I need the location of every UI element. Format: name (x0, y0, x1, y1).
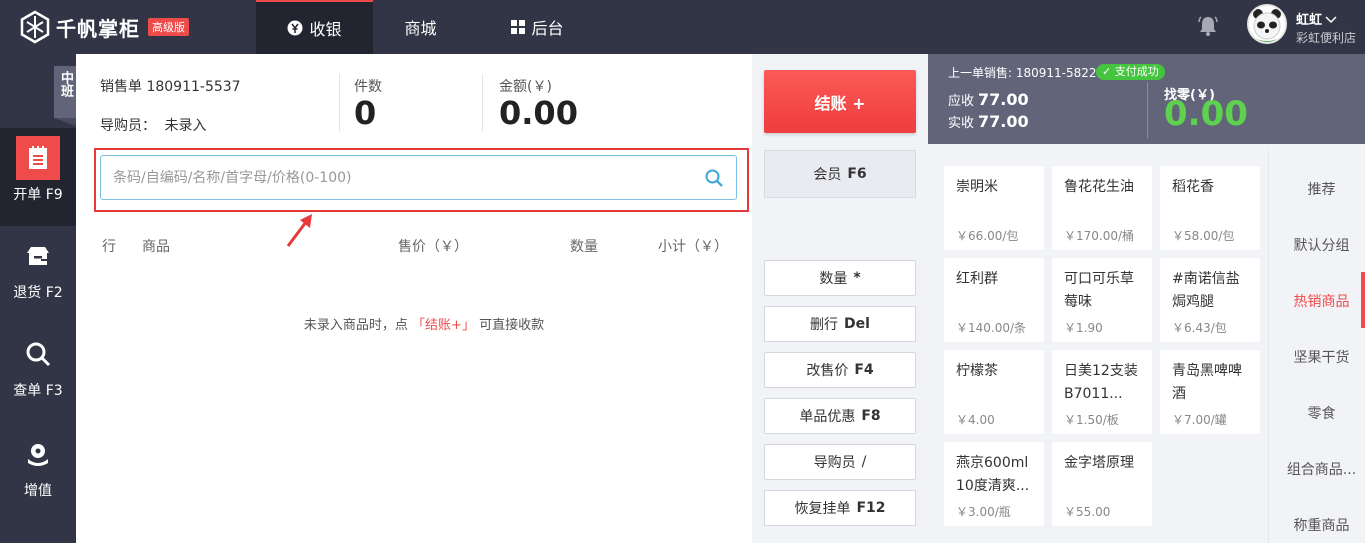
sales-guide-value: 未录入 (164, 118, 207, 134)
shop-name: 彩虹便利店 (1296, 31, 1357, 45)
product-card[interactable]: 燕京600ml 10度清爽... ￥3.00/瓶 (944, 442, 1044, 526)
sidebar-item-label: 增值 (24, 483, 52, 499)
divider (1268, 150, 1269, 543)
category-item-active[interactable]: 热销商品 (1268, 273, 1365, 329)
chevron-down-icon (1325, 13, 1337, 28)
product-card[interactable]: 鲁花花生油 ￥170.00/桶 (1052, 166, 1152, 250)
sales-guide: 导购员： 未录入 (100, 115, 206, 135)
sidebar-item-lookup[interactable]: 查单 F3 (0, 324, 76, 422)
product-card[interactable]: 金字塔原理 ￥55.00 (1052, 442, 1152, 526)
product-card[interactable]: 青岛黑啤啤酒 ￥7.00/罐 (1160, 350, 1260, 434)
divider (1147, 82, 1148, 138)
category-item[interactable]: 称重商品 (1268, 497, 1365, 543)
plant-icon (16, 432, 60, 476)
active-category-indicator (1361, 272, 1365, 328)
divider (339, 74, 340, 132)
member-button[interactable]: 会员 F6 (764, 150, 916, 198)
checkout-button[interactable]: 结账 + (764, 70, 916, 133)
checkout-link[interactable]: 「结账+」 (412, 318, 475, 333)
edition-badge: 高级版 (148, 18, 189, 36)
tab-mall[interactable]: 商城 (373, 0, 468, 54)
last-sale-number: 上一单销售: 180911-5822 (948, 66, 1097, 80)
category-item[interactable]: 默认分组 (1268, 217, 1365, 273)
quantity-button[interactable]: 数量 * (764, 260, 916, 296)
panda-avatar-icon (1249, 6, 1285, 42)
search-box[interactable] (100, 155, 737, 200)
change-price-button[interactable]: 改售价 F4 (764, 352, 916, 388)
sale-number: 销售单 180911-5537 (100, 79, 241, 95)
tab-mall-label: 商城 (404, 19, 437, 38)
product-card[interactable]: 稻花香 ￥58.00/包 (1160, 166, 1260, 250)
sidebar-item-label: 查单 F3 (13, 383, 63, 399)
restore-held-order-button[interactable]: 恢复挂单 F12 (764, 490, 916, 526)
grid-icon (511, 20, 526, 34)
product-card[interactable]: 红利群 ￥140.00/条 (944, 258, 1044, 342)
category-list: 推荐 默认分组 热销商品 坚果干货 零食 组合商品... 称重商品 (1268, 144, 1365, 543)
product-card[interactable]: 可口可乐草莓味 ￥1.90 (1052, 258, 1152, 342)
category-item[interactable]: 推荐 (1268, 161, 1365, 217)
brand-name: 千帆掌柜 (56, 16, 140, 41)
change-value: 0.00 (1164, 94, 1248, 134)
product-card[interactable]: 柠檬茶 ￥4.00 (944, 350, 1044, 434)
bell-icon[interactable] (1196, 14, 1220, 38)
category-item[interactable]: 坚果干货 (1268, 329, 1365, 385)
sidebar-item-return[interactable]: 退货 F2 (0, 226, 76, 324)
category-item[interactable]: 零食 (1268, 385, 1365, 441)
divider (482, 74, 483, 132)
open-order-icon (16, 136, 60, 180)
tab-cashier-label: 收银 (309, 20, 342, 39)
search-input[interactable] (113, 156, 693, 199)
amount-due: 应收 77.00 (948, 90, 1029, 109)
yen-circle-icon (287, 20, 303, 36)
action-column: 结账 + 会员 F6 数量 * 删行 Del 改售价 F4 单品优惠 F8 导购员 / 恢复… (752, 54, 928, 543)
delete-row-button[interactable]: 删行 Del (764, 306, 916, 342)
product-grid: 崇明米 ￥66.00/包 鲁花花生油 ￥170.00/桶 稻花香 ￥58.00/包 红… (928, 144, 1268, 543)
product-card[interactable]: 日美12支装B7011... ￥1.50/板 (1052, 350, 1152, 434)
top-bar: 千帆掌柜 高级版 收银 商城 后台 虹虹 彩虹便利店 (0, 0, 1365, 54)
sales-guide-button[interactable]: 导购员 / (764, 444, 916, 480)
return-box-icon (16, 234, 60, 278)
column-header-qty: 数量 (570, 239, 598, 255)
sidebar-item-value-added[interactable]: 增值 (0, 424, 76, 522)
product-card[interactable]: 崇明米 ￥66.00/包 (944, 166, 1044, 250)
sidebar-item-open-order[interactable]: 开单 F9 (0, 128, 76, 226)
shift-fold (54, 118, 76, 126)
search-icon[interactable] (704, 168, 724, 188)
amount-value: 0.00 (499, 94, 578, 132)
category-item[interactable]: 组合商品... (1268, 441, 1365, 497)
payment-success-badge: ✓ 支付成功 (1096, 64, 1165, 80)
item-count-label: 件数 (354, 79, 382, 95)
logo-mark-icon (20, 10, 50, 44)
pointer-arrow-icon (286, 214, 312, 247)
empty-cart-hint: 未录入商品时，点 「结账+」 可直接收款 (303, 318, 545, 333)
amount-paid: 实收 77.00 (948, 112, 1029, 131)
avatar[interactable] (1247, 4, 1287, 44)
shift-badge: 中班 (54, 66, 76, 118)
logo: 千帆掌柜 高级版 (18, 8, 189, 46)
product-card[interactable]: #南诺信盐焗鸡腿 ￥6.43/包 (1160, 258, 1260, 342)
tab-backend[interactable]: 后台 (480, 0, 595, 54)
column-header-subtotal: 小计（￥） (658, 239, 728, 255)
sidebar-item-label: 退货 F2 (13, 285, 63, 301)
column-header-row: 行 (102, 239, 116, 255)
sales-guide-label: 导购员： (100, 118, 156, 134)
order-panel: 销售单 180911-5537 导购员： 未录入 件数 0 金额(￥) 0.00… (76, 54, 752, 543)
last-sale-summary: 上一单销售: 180911-5822 ✓ 支付成功 应收 77.00 实收 77.0… (928, 54, 1365, 144)
column-header-price: 售价（￥） (398, 239, 468, 255)
item-discount-button[interactable]: 单品优惠 F8 (764, 398, 916, 434)
search-icon (16, 332, 60, 376)
sidebar-item-label: 开单 F9 (13, 187, 63, 203)
tab-backend-label: 后台 (531, 19, 564, 38)
sidebar: 中班 开单 F9 退货 F2 查单 F3 增值 (0, 54, 76, 543)
column-header-item: 商品 (142, 239, 170, 255)
amount-label: 金额(￥) (499, 79, 552, 95)
tab-cashier[interactable]: 收银 (256, 0, 373, 54)
user-name[interactable]: 虹虹 (1296, 9, 1337, 28)
item-count-value: 0 (354, 94, 377, 132)
